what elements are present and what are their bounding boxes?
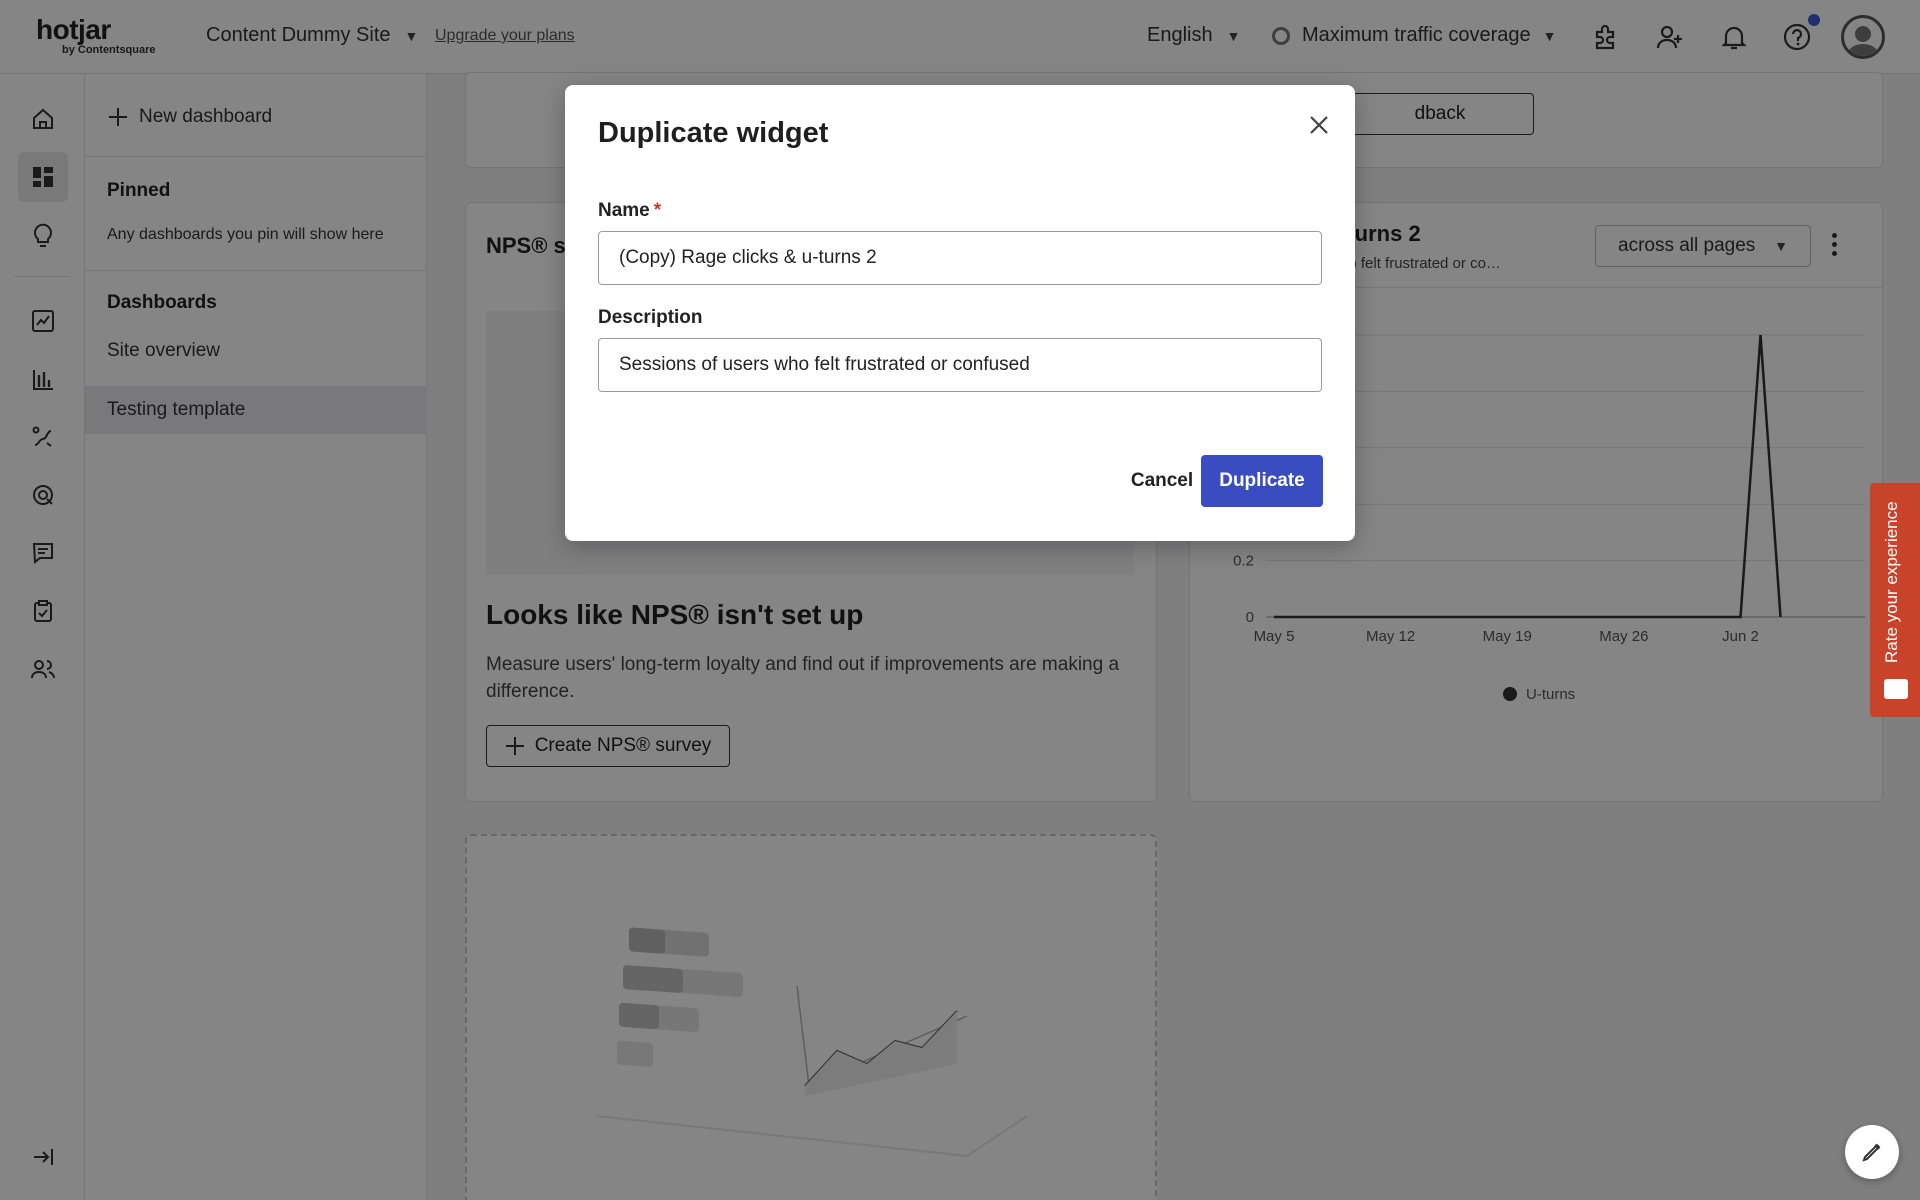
modal-title: Duplicate widget bbox=[598, 117, 829, 149]
duplicate-widget-modal: Duplicate widget Name* Description Cance… bbox=[565, 85, 1355, 541]
required-marker: * bbox=[653, 200, 662, 221]
name-label-text: Name bbox=[598, 200, 650, 221]
description-input[interactable] bbox=[598, 338, 1322, 392]
edit-pencil-fab[interactable] bbox=[1845, 1125, 1899, 1179]
pencil-icon bbox=[1862, 1143, 1881, 1162]
name-input[interactable] bbox=[598, 231, 1322, 285]
rate-experience-tab[interactable]: Rate your experience bbox=[1870, 483, 1920, 717]
duplicate-button[interactable]: Duplicate bbox=[1201, 455, 1323, 507]
name-field-label: Name * bbox=[598, 200, 661, 222]
description-field-label: Description bbox=[598, 307, 703, 328]
feedback-face-icon bbox=[1884, 679, 1908, 699]
close-icon[interactable] bbox=[1304, 110, 1334, 140]
rate-experience-label: Rate your experience bbox=[1882, 501, 1901, 663]
